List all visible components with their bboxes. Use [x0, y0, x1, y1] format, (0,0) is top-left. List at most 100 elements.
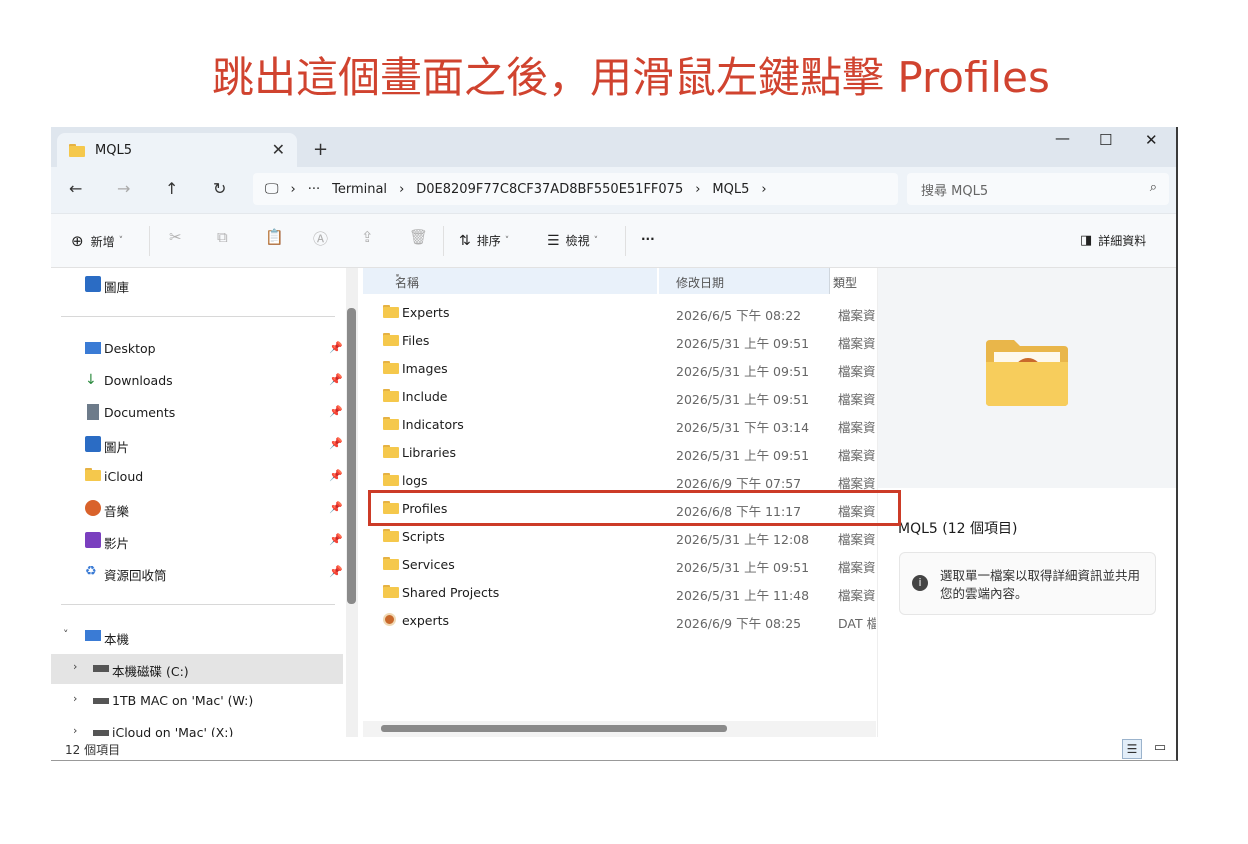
tab-label: MQL5	[95, 142, 132, 158]
sidebar-item-icloud[interactable]: iCloud 📌	[51, 462, 343, 492]
more-options-button[interactable]: ···	[641, 232, 655, 246]
chevron-right-icon[interactable]: ›	[73, 724, 77, 737]
breadcrumb-terminal[interactable]: Terminal	[332, 182, 387, 197]
file-row[interactable]: Files 2026/5/31 上午 09:51 檔案資	[363, 326, 876, 354]
file-row[interactable]: Shared Projects 2026/5/31 上午 11:48 檔案資	[363, 578, 876, 606]
file-row[interactable]: Indicators 2026/5/31 下午 03:14 檔案資	[363, 410, 876, 438]
forward-arrow-icon[interactable]: →	[117, 179, 130, 198]
tab-close-icon[interactable]: ✕	[272, 140, 285, 159]
scrollbar-thumb[interactable]	[347, 308, 356, 604]
breadcrumb-ellipsis[interactable]: ···	[308, 182, 320, 197]
close-icon[interactable]: ✕	[1145, 131, 1158, 149]
details-button[interactable]: ◨ 詳細資料	[1080, 232, 1146, 249]
pin-icon[interactable]: 📌	[329, 501, 343, 514]
pin-icon[interactable]: 📌	[329, 373, 343, 386]
pin-icon[interactable]: 📌	[329, 469, 343, 482]
large-folder-icon	[986, 340, 1068, 406]
details-label: 詳細資料	[1098, 234, 1147, 248]
column-type[interactable]: 類型	[833, 274, 857, 291]
search-input[interactable]: 搜尋 MQL5 ⌕	[907, 173, 1169, 205]
tiles-view-icon[interactable]: ▭	[1150, 739, 1170, 759]
sidebar-item-desktop[interactable]: Desktop 📌	[51, 334, 343, 364]
tab-mql5[interactable]: MQL5 ✕	[57, 133, 297, 167]
refresh-icon[interactable]: ↻	[213, 179, 226, 198]
file-date: 2026/5/31 上午 09:51	[676, 364, 810, 379]
sidebar-item-pictures[interactable]: 圖片 📌	[51, 430, 343, 460]
pin-icon[interactable]: 📌	[329, 341, 343, 354]
view-list-icon: ☰	[547, 232, 560, 249]
column-date[interactable]: 修改日期	[659, 268, 829, 294]
new-tab-icon[interactable]: +	[313, 139, 328, 160]
file-date: 2026/5/31 下午 03:14	[676, 420, 810, 435]
sidebar-item-gallery[interactable]: 圖庫	[51, 270, 343, 300]
file-row[interactable]: Services 2026/5/31 上午 09:51 檔案資	[363, 550, 876, 578]
view-button[interactable]: ☰ 檢視 ˅	[547, 232, 598, 249]
sidebar-label: 圖庫	[104, 280, 130, 295]
file-name: Indicators	[402, 417, 464, 432]
minimize-icon[interactable]: —	[1055, 129, 1070, 147]
new-button[interactable]: ⊕ 新增 ˅	[71, 232, 123, 250]
title-bar: MQL5 ✕ + — ☐ ✕	[51, 127, 1176, 167]
chevron-right-icon: ›	[695, 181, 701, 197]
sidebar-item-this-pc[interactable]: ˅ 本機	[51, 622, 343, 652]
maximize-icon[interactable]: ☐	[1099, 131, 1112, 149]
chevron-right-icon[interactable]: ›	[73, 660, 77, 673]
details-pane: MQL5 (12 個項目) i 選取單一檔案以取得詳細資訊並共用您的雲端內容。	[877, 268, 1176, 737]
sidebar-item-videos[interactable]: 影片 📌	[51, 526, 343, 556]
address-bar[interactable]: 🖵 › ··· Terminal › D0E8209F77C8CF37AD8BF…	[253, 173, 898, 205]
file-type: 檔案資	[838, 364, 876, 379]
file-row[interactable]: Scripts 2026/5/31 上午 12:08 檔案資	[363, 522, 876, 550]
sidebar-item-music[interactable]: 音樂 📌	[51, 494, 343, 524]
file-date: 2026/5/31 上午 12:08	[676, 532, 810, 547]
breadcrumb-id[interactable]: D0E8209F77C8CF37AD8BF550E51FF075	[416, 182, 683, 197]
file-name: Libraries	[402, 445, 456, 460]
file-row[interactable]: Images 2026/5/31 上午 09:51 檔案資	[363, 354, 876, 382]
sidebar-item-drive-w[interactable]: › 1TB MAC on 'Mac' (W:)	[51, 686, 343, 716]
sidebar-item-documents[interactable]: Documents 📌	[51, 398, 343, 428]
breadcrumb-mql5[interactable]: MQL5	[712, 182, 749, 197]
file-type: 檔案資	[838, 336, 876, 351]
horizontal-scrollbar[interactable]	[363, 721, 876, 737]
pin-icon[interactable]: 📌	[329, 565, 343, 578]
delete-icon[interactable]: 🗑	[409, 228, 428, 246]
search-placeholder: 搜尋 MQL5	[921, 183, 989, 199]
file-row[interactable]: experts 2026/6/9 下午 08:25 DAT 檔	[363, 606, 876, 634]
copy-icon[interactable]: ⧉	[217, 228, 228, 246]
column-name[interactable]: 名稱 ˄ ˅	[363, 268, 657, 294]
info-icon: i	[912, 575, 928, 591]
sidebar-item-downloads[interactable]: ↓ Downloads 📌	[51, 366, 343, 396]
gallery-icon	[85, 276, 101, 292]
pin-icon[interactable]: 📌	[329, 533, 343, 546]
sort-button[interactable]: ⇅ 排序 ˅	[459, 232, 509, 249]
file-type: 檔案資	[838, 588, 876, 603]
network-drive-icon	[93, 698, 109, 704]
file-name: Images	[402, 361, 448, 376]
chevron-down-icon[interactable]: ˅	[63, 628, 69, 641]
up-arrow-icon[interactable]: ↑	[165, 179, 178, 198]
file-row[interactable]: Include 2026/5/31 上午 09:51 檔案資	[363, 382, 876, 410]
details-view-icon[interactable]: ☰	[1122, 739, 1142, 759]
paste-icon[interactable]: 📋	[265, 228, 284, 246]
chevron-down-icon[interactable]: ˅	[395, 274, 400, 285]
back-arrow-icon[interactable]: ←	[69, 179, 82, 198]
plus-circle-icon: ⊕	[71, 232, 84, 250]
rename-icon[interactable]: Ⓐ	[313, 228, 328, 249]
details-title: MQL5 (12 個項目)	[898, 521, 1018, 537]
pin-icon[interactable]: 📌	[329, 405, 343, 418]
sidebar-item-drive-x[interactable]: › iCloud on 'Mac' (X:)	[51, 718, 343, 737]
scrollbar-thumb[interactable]	[381, 725, 727, 732]
sidebar-item-drive-c[interactable]: › 本機磁碟 (C:)	[51, 654, 343, 684]
share-icon[interactable]: ⇪	[361, 228, 374, 246]
chevron-right-icon[interactable]: ›	[73, 692, 77, 705]
sidebar-label: 音樂	[104, 504, 130, 519]
sidebar-item-recycle-bin[interactable]: ♻ 資源回收筒 📌	[51, 558, 343, 588]
pin-icon[interactable]: 📌	[329, 437, 343, 450]
file-row[interactable]: Libraries 2026/5/31 上午 09:51 檔案資	[363, 438, 876, 466]
cut-icon[interactable]: ✂	[169, 228, 182, 246]
file-type: 檔案資	[838, 448, 876, 463]
folder-icon	[85, 468, 101, 484]
sidebar-scrollbar[interactable]	[346, 268, 358, 737]
file-date: 2026/6/9 下午 08:25	[676, 616, 802, 631]
file-row[interactable]: Experts 2026/6/5 下午 08:22 檔案資	[363, 298, 876, 326]
chevron-right-icon: ›	[290, 181, 296, 197]
